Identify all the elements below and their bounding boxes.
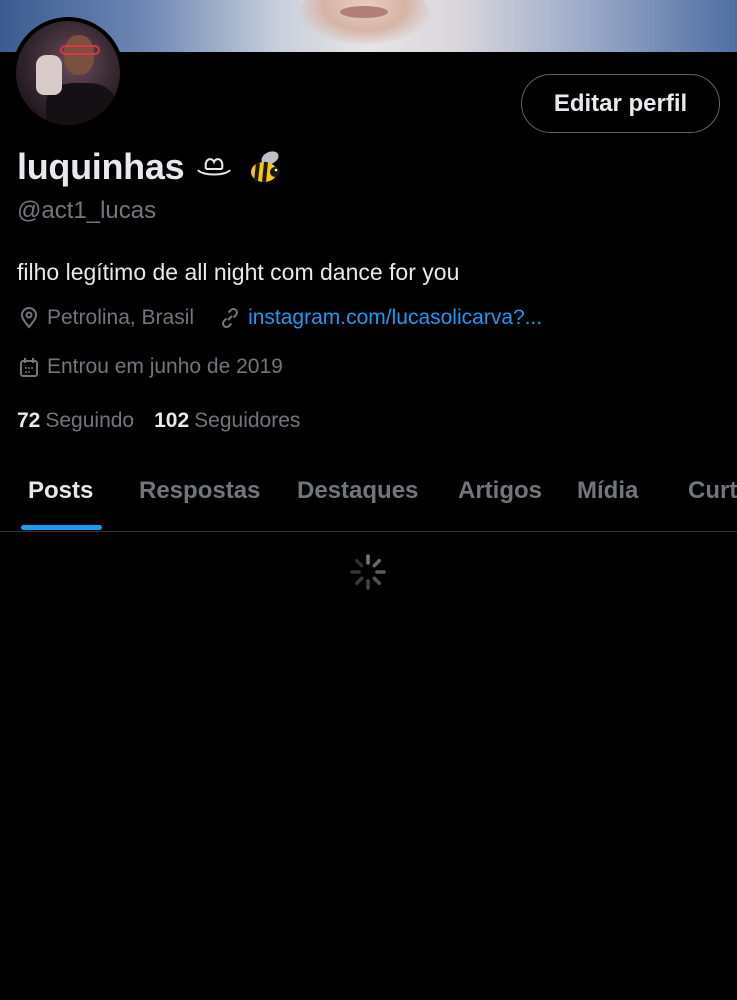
- active-tab-indicator: [21, 525, 102, 530]
- profile-tabs: Posts Respostas Destaques Artigos Mídia …: [0, 450, 737, 532]
- display-name: luquinhas: [17, 146, 286, 188]
- profile-location: Petrolina, Brasil: [47, 306, 195, 329]
- profile-meta-row: Petrolina, Brasil instagram.com/lucasoli…: [17, 306, 542, 330]
- profile-joined-date: Entrou em junho de 2019: [47, 355, 283, 378]
- user-handle: @act1_lucas: [17, 197, 157, 224]
- following-count[interactable]: 72: [17, 409, 40, 433]
- avatar-image: [16, 21, 120, 125]
- avatar-figure-glasses: [60, 45, 100, 55]
- followers-count[interactable]: 102: [154, 409, 189, 433]
- following-label[interactable]: Seguindo: [45, 409, 134, 433]
- banner-image-detail: [340, 6, 388, 18]
- follow-stats: 72 Seguindo 102 Seguidores: [17, 409, 320, 433]
- bee-icon: [251, 151, 281, 183]
- avatar-figure-hand: [36, 55, 62, 95]
- avatar-figure-face: [64, 35, 94, 75]
- profile-page: Editar perfil luquinhas @act1_lucas filh…: [0, 0, 737, 1000]
- profile-joined-row: Entrou em junho de 2019: [17, 355, 283, 379]
- tab-curtidas[interactable]: Curt: [688, 450, 737, 532]
- tab-midia[interactable]: Mídia: [577, 450, 638, 532]
- calendar-icon: [20, 358, 38, 377]
- tab-artigos[interactable]: Artigos: [458, 450, 542, 532]
- avatar[interactable]: [12, 17, 124, 129]
- tab-respostas[interactable]: Respostas: [139, 450, 260, 532]
- location-pin-icon: [20, 307, 38, 329]
- tab-destaques[interactable]: Destaques: [297, 450, 418, 532]
- link-icon: [222, 307, 239, 329]
- tab-posts[interactable]: Posts: [28, 450, 93, 532]
- spinner-icon: [350, 554, 386, 590]
- followers-label[interactable]: Seguidores: [194, 409, 300, 433]
- edit-profile-button[interactable]: Editar perfil: [521, 74, 720, 133]
- display-name-text: luquinhas: [17, 146, 185, 187]
- profile-bio: filho legítimo de all night com dance fo…: [17, 259, 460, 285]
- profile-website-link[interactable]: instagram.com/lucasolicarva?...: [248, 306, 542, 330]
- hat-icon: [197, 158, 232, 176]
